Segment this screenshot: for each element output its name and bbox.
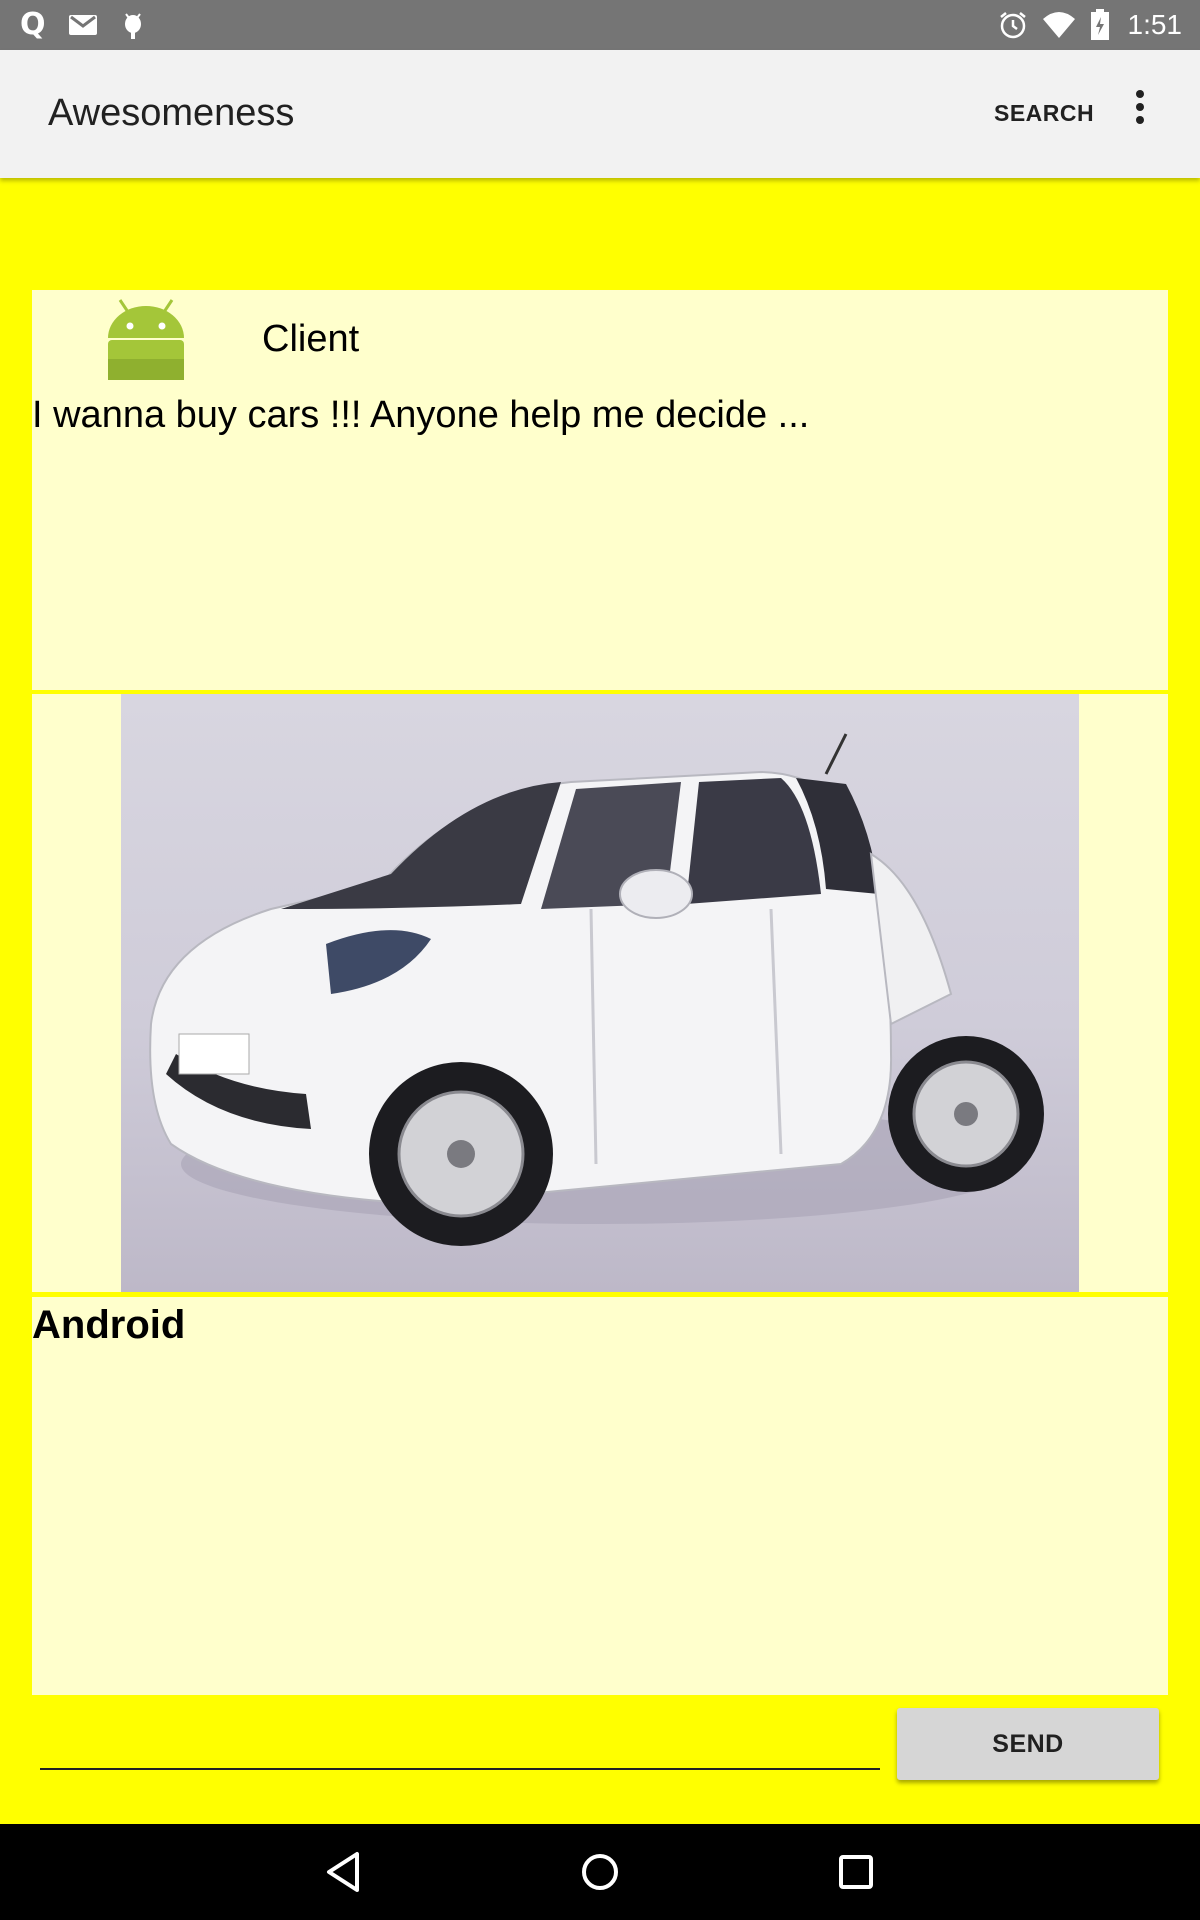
back-icon[interactable] — [315, 1842, 375, 1902]
android-avatar-icon — [108, 299, 184, 380]
status-bar-left: Q — [20, 6, 146, 44]
search-button[interactable]: SEARCH — [994, 100, 1094, 127]
send-button[interactable]: SEND — [897, 1708, 1159, 1780]
wifi-icon — [1042, 12, 1075, 38]
reply-author: Android — [32, 1303, 186, 1347]
status-bar: Q 1:51 — [0, 0, 1200, 50]
q-app-icon: Q — [20, 7, 46, 42]
navigation-bar — [0, 1824, 1200, 1920]
battery-icon — [1090, 9, 1109, 40]
recents-icon[interactable] — [826, 1842, 886, 1902]
car-illustration — [149, 733, 1044, 1246]
status-time: 1:51 — [1127, 9, 1183, 40]
app-title: Awesomeness — [48, 92, 295, 134]
post-author: Client — [262, 318, 360, 360]
alarm-icon — [999, 12, 1026, 39]
post-message: I wanna buy cars !!! Anyone help me deci… — [32, 394, 810, 436]
more-vert-icon[interactable] — [1125, 90, 1155, 140]
post-card: Client I wanna buy cars !!! Anyone help … — [32, 290, 1168, 690]
home-icon[interactable] — [570, 1842, 630, 1902]
attachment-card — [32, 694, 1168, 1292]
status-bar-right: 1:51 — [998, 6, 1183, 44]
debug-icon — [124, 13, 141, 39]
car-photo[interactable] — [121, 694, 1079, 1292]
message-input[interactable] — [40, 1720, 880, 1770]
reply-card: Android — [32, 1297, 1168, 1695]
app-bar: Awesomeness SEARCH — [0, 50, 1200, 178]
gmail-icon — [68, 15, 97, 35]
